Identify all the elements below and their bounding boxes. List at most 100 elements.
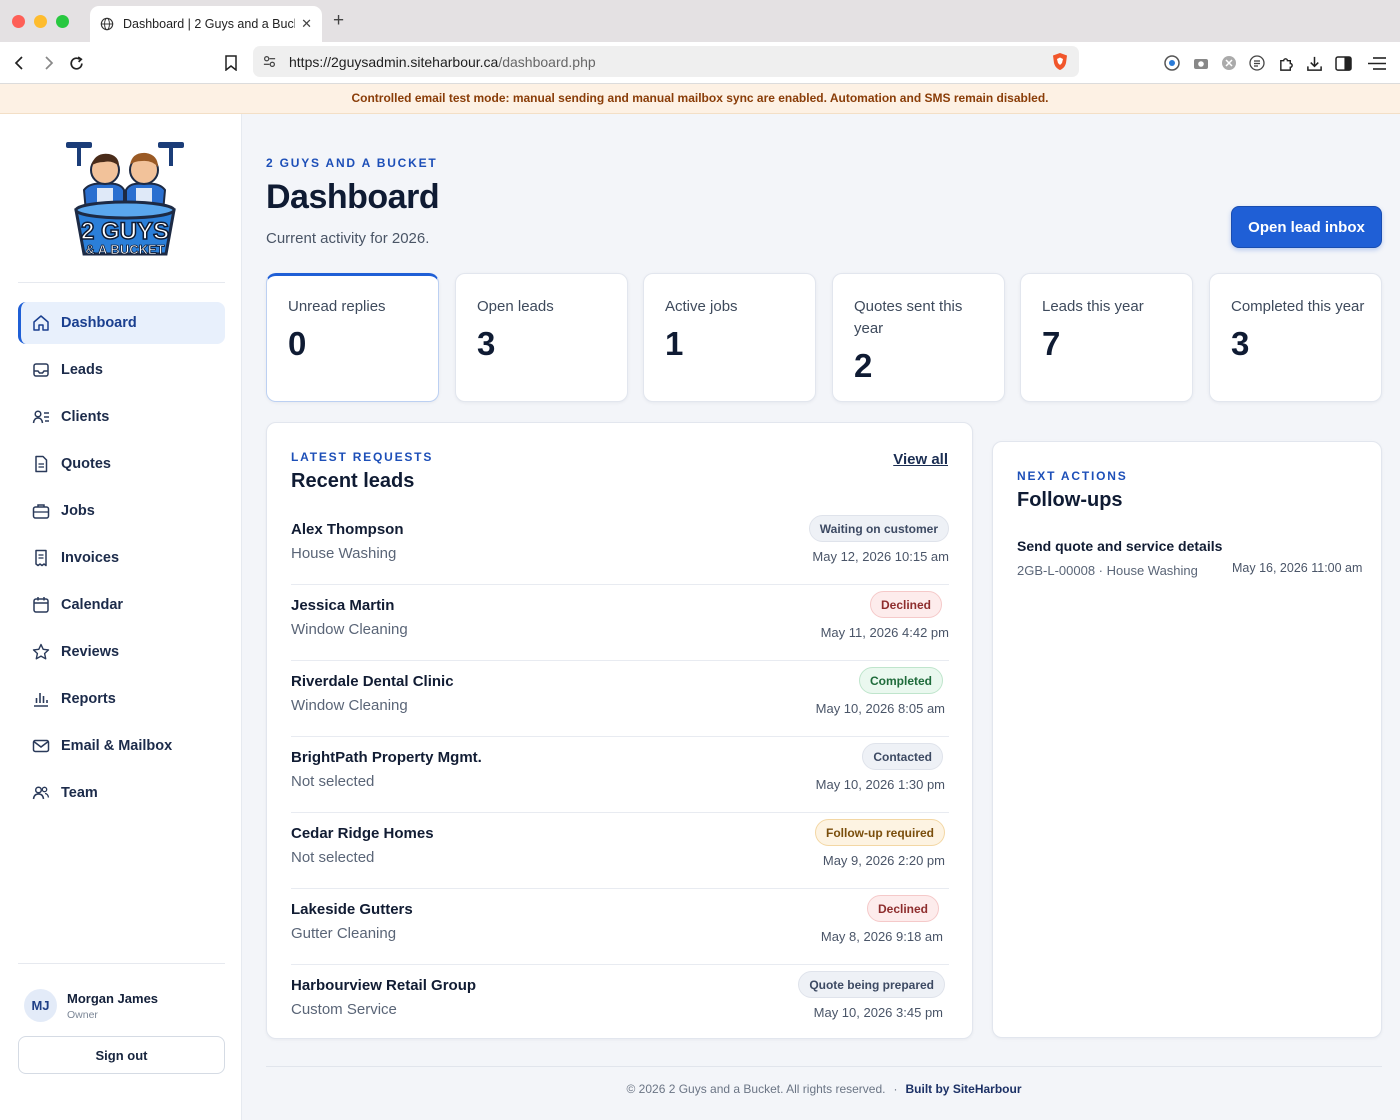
reload-icon (69, 55, 83, 70)
sidebar-item-jobs[interactable]: Jobs (18, 490, 225, 532)
logo-text-line1: 2 GUYS (81, 218, 169, 245)
lead-service: Window Cleaning (291, 697, 408, 714)
sidebar-item-invoices[interactable]: Invoices (18, 537, 225, 579)
back-arrow-icon (14, 56, 23, 70)
zoom-window-button[interactable] (56, 15, 69, 28)
screenshot-button[interactable] (1191, 53, 1211, 73)
sidebar-item-team[interactable]: Team (18, 772, 225, 814)
avatar: MJ (24, 989, 57, 1022)
lead-date: May 9, 2026 2:20 pm (822, 853, 945, 868)
sidebar-toggle-button[interactable] (1333, 53, 1353, 73)
sidebar-item-dashboard[interactable]: Dashboard (18, 302, 225, 344)
page-subtitle: Current activity for 2026. (266, 230, 430, 247)
table-row[interactable]: Jessica Martin Window Cleaning Declined … (291, 585, 949, 661)
lead-name[interactable]: Jessica Martin (291, 597, 394, 614)
table-row[interactable]: Alex Thompson House Washing Waiting on c… (291, 509, 949, 585)
table-row[interactable]: BrightPath Property Mgmt. Not selected C… (291, 737, 949, 813)
new-tab-button[interactable]: + (333, 10, 344, 32)
stat-card-active-jobs[interactable]: Active jobs 1 (643, 273, 816, 402)
stat-card-unread-replies[interactable]: Unread replies 0 (266, 273, 439, 402)
sidebar-item-clients[interactable]: Clients (18, 396, 225, 438)
table-row[interactable]: Harbourview Retail Group Custom Service … (291, 965, 949, 1041)
view-all-link[interactable]: View all (893, 451, 948, 468)
lead-service: House Washing (291, 545, 397, 562)
lead-name[interactable]: Riverdale Dental Clinic (291, 673, 454, 690)
company-logo[interactable]: 2 GUYS & A BUCKET (62, 138, 188, 262)
forward-button[interactable] (38, 53, 58, 73)
list-icon (1249, 55, 1265, 71)
user-role: Owner (67, 1008, 98, 1021)
lead-date: May 8, 2026 9:18 am (820, 929, 943, 944)
stat-value: 3 (1231, 325, 1250, 362)
built-by-link[interactable]: Built by SiteHarbour (905, 1082, 1021, 1096)
user-profile[interactable]: MJ Morgan James Owner (24, 989, 158, 1022)
sidebar-item-label: Leads (61, 362, 103, 378)
stat-label: Quotes sent this year (854, 298, 963, 337)
downloads-button[interactable] (1304, 53, 1324, 73)
sidebar-item-label: Invoices (61, 550, 120, 566)
sidebar-item-email-mailbox[interactable]: Email & Mailbox (18, 725, 225, 767)
minimize-window-button[interactable] (34, 15, 47, 28)
stat-card-completed-this-year[interactable]: Completed this year 3 (1209, 273, 1382, 402)
status-badge: Quote being prepared (798, 971, 945, 998)
extension-vpn-button[interactable] (1162, 53, 1182, 73)
sidebar-item-calendar[interactable]: Calendar (18, 584, 225, 626)
menu-button[interactable] (1367, 53, 1387, 73)
follow-up-title[interactable]: Send quote and service details (1017, 538, 1222, 554)
table-row[interactable]: Lakeside Gutters Gutter Cleaning Decline… (291, 889, 949, 965)
stat-value: 2 (854, 347, 873, 384)
stat-card-quotes-sent[interactable]: Quotes sent this year 2 (832, 273, 1005, 402)
lead-name[interactable]: Cedar Ridge Homes (291, 825, 434, 842)
lead-name[interactable]: BrightPath Property Mgmt. (291, 749, 482, 766)
card-eyebrow: LATEST REQUESTS (291, 450, 434, 464)
briefcase-icon (32, 504, 50, 519)
card-title: Follow-ups (1017, 489, 1123, 511)
address-bar[interactable]: https://2guysadmin.siteharbour.ca/dashbo… (253, 46, 1079, 77)
lead-date: May 10, 2026 1:30 pm (815, 777, 945, 792)
table-row[interactable]: Riverdale Dental Clinic Window Cleaning … (291, 661, 949, 737)
bookmark-button[interactable] (221, 53, 241, 73)
sidebar-item-reviews[interactable]: Reviews (18, 631, 225, 673)
table-row[interactable]: Cedar Ridge Homes Not selected Follow-up… (291, 813, 949, 889)
extension-x-button[interactable] (1219, 53, 1239, 73)
page-title: Dashboard (266, 178, 440, 216)
lead-name[interactable]: Alex Thompson (291, 521, 404, 538)
stat-card-open-leads[interactable]: Open leads 3 (455, 273, 628, 402)
logo-graphic: 2 GUYS & A BUCKET (66, 142, 184, 257)
sidebar-item-reports[interactable]: Reports (18, 678, 225, 720)
sign-out-button[interactable]: Sign out (18, 1036, 225, 1074)
sidebar-item-leads[interactable]: Leads (18, 349, 225, 391)
puzzle-icon (1279, 57, 1293, 71)
lead-name[interactable]: Lakeside Gutters (291, 901, 413, 918)
sidebar-item-label: Dashboard (61, 315, 137, 331)
close-tab-icon[interactable]: ✕ (301, 16, 312, 32)
open-lead-inbox-button[interactable]: Open lead inbox (1231, 206, 1382, 248)
sidebar-panel-icon (1334, 55, 1352, 71)
page-footer: © 2026 2 Guys and a Bucket. All rights r… (266, 1082, 1382, 1096)
footer-separator: · (893, 1082, 898, 1096)
document-icon (35, 455, 48, 473)
footer-divider (266, 1066, 1382, 1067)
status-badge: Contacted (862, 743, 943, 770)
back-button[interactable] (10, 53, 30, 73)
user-name: Morgan James (67, 990, 159, 1006)
stat-card-leads-this-year[interactable]: Leads this year 7 (1020, 273, 1193, 402)
brave-shield-icon[interactable] (1051, 52, 1069, 71)
calendar-icon (33, 597, 49, 613)
lead-date: May 11, 2026 4:42 pm (820, 625, 949, 640)
sidebar-item-label: Email & Mailbox (61, 738, 173, 754)
footer-copyright: © 2026 2 Guys and a Bucket. All rights r… (626, 1082, 886, 1096)
sidebar-item-label: Calendar (61, 597, 124, 613)
extensions-button[interactable] (1276, 53, 1296, 73)
browser-tab[interactable]: Dashboard | 2 Guys and a Bucket ✕ (90, 6, 322, 42)
reader-mode-button[interactable] (1247, 53, 1267, 73)
globe-icon (100, 17, 114, 31)
stat-label: Active jobs (665, 298, 738, 315)
close-window-button[interactable] (12, 15, 25, 28)
site-settings-icon[interactable] (262, 54, 277, 69)
status-badge: Declined (866, 895, 939, 922)
lead-date: May 10, 2026 8:05 am (815, 701, 945, 716)
sidebar-item-quotes[interactable]: Quotes (18, 443, 225, 485)
reload-button[interactable] (66, 53, 86, 73)
lead-name[interactable]: Harbourview Retail Group (291, 977, 476, 994)
